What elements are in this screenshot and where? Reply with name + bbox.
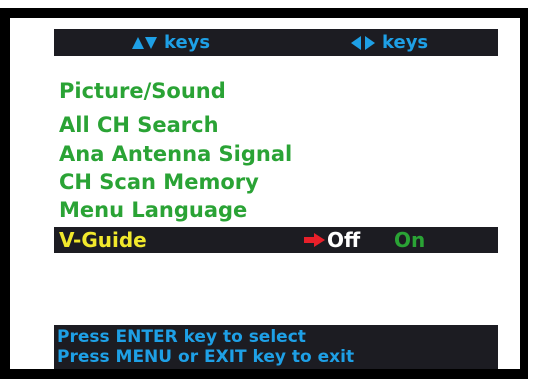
menu-item-all-ch-search[interactable]: All CH Search [59,111,219,139]
up-down-arrows-icon [132,35,158,51]
leftright-keys-label: keys [382,32,429,53]
v-guide-label: V-Guide [59,228,147,252]
menu-item-ana-antenna-signal[interactable]: Ana Antenna Signal [59,140,292,168]
menu-item-ch-scan-memory[interactable]: CH Scan Memory [59,168,259,196]
updown-keys-hint: keys [132,29,210,56]
help-line-select: Press ENTER key to select [57,327,306,347]
v-guide-option-on[interactable]: On [394,227,425,253]
menu-item-picture-sound[interactable]: Picture/Sound [59,77,226,105]
red-arrow-pointer-icon [304,233,326,247]
v-guide-option-off[interactable]: Off [327,227,360,253]
left-right-arrows-icon [350,35,376,51]
leftright-keys-hint: keys [350,29,428,56]
menu-item-v-guide[interactable]: V-Guide Off On [54,227,498,253]
menu-item-menu-language[interactable]: Menu Language [59,196,247,224]
updown-keys-label: keys [164,32,211,53]
help-text-box: Press ENTER key to select Press MENU or … [54,325,498,369]
help-line-exit: Press MENU or EXIT key to exit [57,347,355,367]
key-hint-bar: keys keys [54,29,498,56]
